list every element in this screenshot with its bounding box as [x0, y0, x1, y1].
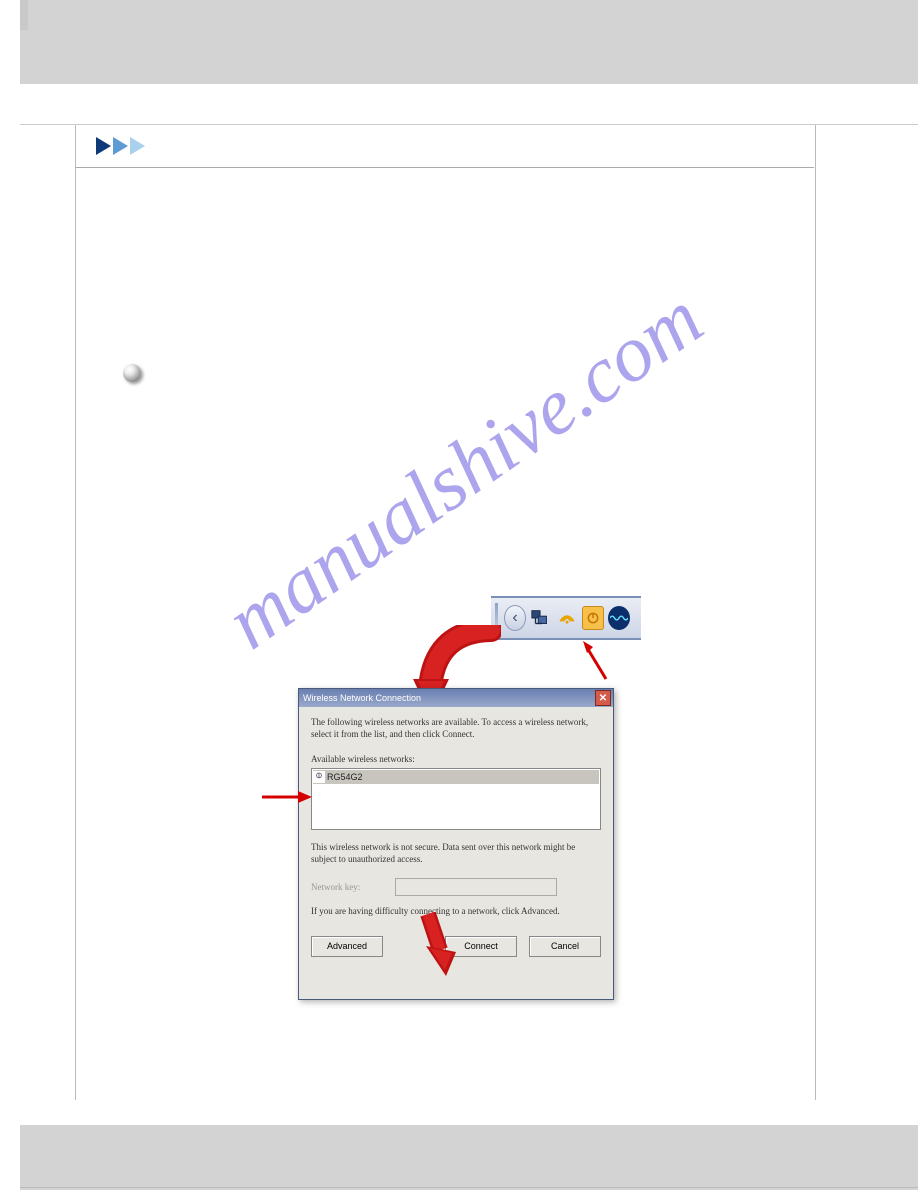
- bullet-orb-icon: [123, 364, 141, 382]
- annotation-arrow-connect: [416, 912, 456, 987]
- annotation-arrow-list: [262, 789, 312, 810]
- tray-back-button[interactable]: ‹: [504, 607, 526, 629]
- security-warning-text: This wireless network is not secure. Dat…: [311, 842, 601, 865]
- content-container: manualshive.com ‹: [20, 124, 918, 1100]
- section-marker: [76, 125, 814, 168]
- arrow-light-icon: [130, 137, 145, 155]
- arrow-mid-icon: [113, 137, 128, 155]
- arrow-dark-icon: [96, 137, 111, 155]
- wireless-dialog: Wireless Network Connection ✕ The follow…: [298, 688, 614, 1000]
- network-key-input: [395, 878, 557, 896]
- watermark-text: manualshive.com: [210, 273, 719, 667]
- connect-button-label: Connect: [464, 941, 498, 951]
- dialog-intro-text: The following wireless networks are avai…: [311, 717, 601, 740]
- dialog-titlebar: Wireless Network Connection ✕: [299, 689, 613, 707]
- annotation-arrow-tray: [581, 641, 611, 686]
- network-icon[interactable]: [530, 607, 552, 629]
- system-tray: ‹: [491, 596, 641, 640]
- header-bar: [20, 0, 918, 84]
- footer-bar: [20, 1125, 918, 1190]
- network-key-label: Network key:: [311, 882, 395, 892]
- available-networks-label: Available wireless networks:: [311, 754, 601, 764]
- column-divider-right: [815, 125, 816, 1100]
- power-icon[interactable]: [582, 607, 604, 629]
- networks-listbox[interactable]: RG54G2: [311, 768, 601, 830]
- close-icon: ✕: [599, 693, 607, 704]
- network-item-label: RG54G2: [327, 772, 363, 782]
- advanced-button-label: Advanced: [327, 941, 367, 951]
- wireless-signal-icon[interactable]: [556, 607, 578, 629]
- oscilloscope-icon[interactable]: [608, 607, 630, 629]
- dialog-help-text: If you are having difficulty connecting …: [311, 906, 601, 916]
- advanced-button[interactable]: Advanced: [311, 936, 383, 957]
- cancel-button[interactable]: Cancel: [529, 936, 601, 957]
- cancel-button-label: Cancel: [551, 941, 579, 951]
- page-content: manualshive.com ‹: [76, 125, 814, 1097]
- dialog-title: Wireless Network Connection: [303, 693, 421, 703]
- close-button[interactable]: ✕: [595, 690, 611, 706]
- network-lock-icon: [313, 771, 325, 783]
- header-accent: [20, 0, 28, 30]
- network-item[interactable]: RG54G2: [313, 770, 599, 784]
